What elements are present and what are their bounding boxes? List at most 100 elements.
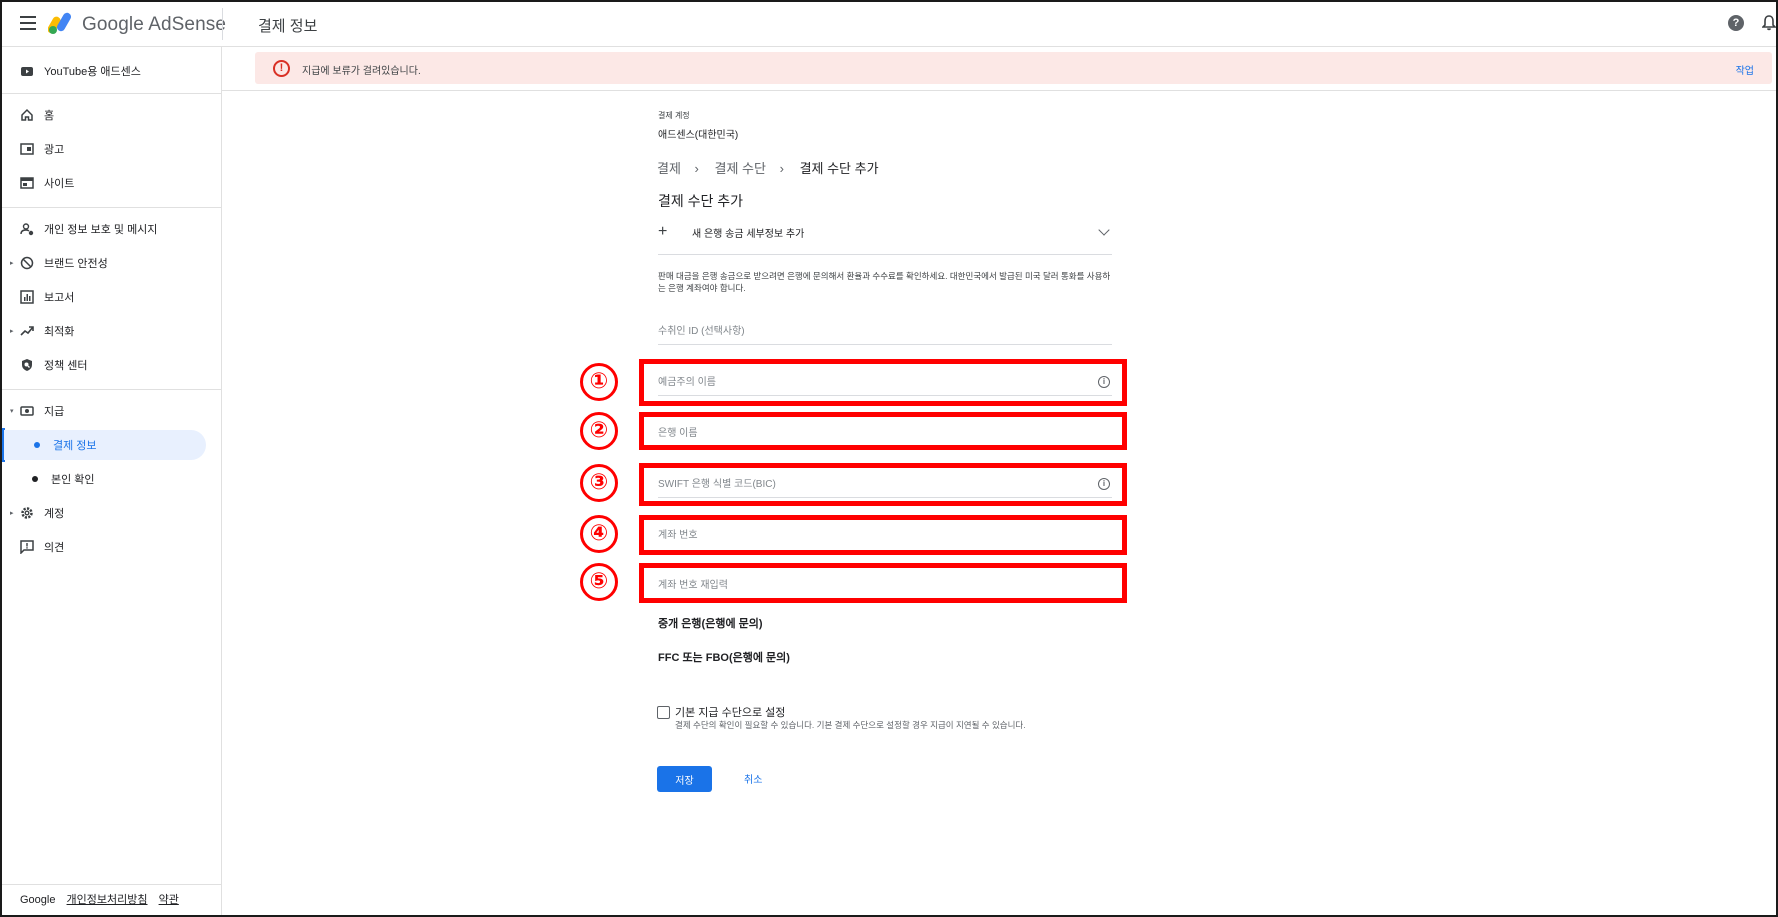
intermediary-bank-expander[interactable]: 중개 은행(은행에 문의) bbox=[658, 615, 763, 631]
block-icon bbox=[20, 256, 34, 270]
breadcrumb-payment-method[interactable]: 결제 수단 bbox=[715, 161, 766, 176]
terms-link[interactable]: 약관 bbox=[159, 894, 179, 906]
payment-account-label: 결제 계정 bbox=[658, 111, 690, 120]
plus-icon: + bbox=[658, 223, 668, 240]
sidebar-item-home[interactable]: 홈 bbox=[2, 100, 207, 130]
ads-icon bbox=[20, 143, 34, 155]
alert-banner: ! 지급에 보류가 걸려있습니다. 작업 bbox=[255, 52, 1772, 84]
save-button[interactable]: 저장 bbox=[657, 766, 712, 792]
topbar-divider bbox=[222, 8, 223, 40]
annotation-number-5: ⑤ bbox=[580, 563, 618, 601]
expand-caret-icon: ▸ bbox=[10, 328, 14, 335]
annotation-number-3: ③ bbox=[580, 464, 618, 502]
sidebar-item-label: 개인 정보 보호 및 메시지 bbox=[44, 224, 158, 236]
bell-icon[interactable] bbox=[1762, 15, 1776, 31]
collapse-caret-icon: ▾ bbox=[10, 408, 14, 415]
sidebar-item-ads[interactable]: 광고 bbox=[2, 134, 207, 164]
brand-product: AdSense bbox=[148, 14, 227, 35]
breadcrumb: 결제 › 결제 수단 › 결제 수단 추가 bbox=[657, 158, 889, 177]
expand-caret-icon: ▸ bbox=[10, 260, 14, 267]
sidebar-item-reports[interactable]: 보고서 bbox=[2, 282, 207, 312]
sidebar-item-label: 광고 bbox=[44, 144, 65, 156]
reports-icon bbox=[20, 290, 34, 304]
privacy-policy-link[interactable]: 개인정보처리방침 bbox=[67, 894, 148, 906]
expand-caret-icon: ▸ bbox=[10, 510, 14, 517]
sidebar-item-label: 브랜드 안전성 bbox=[44, 258, 108, 270]
sidebar-item-payment-info[interactable]: 결제 정보 bbox=[4, 430, 206, 460]
help-icon[interactable]: ? bbox=[1728, 15, 1744, 31]
account-holder-input[interactable] bbox=[658, 371, 1078, 393]
privacy-icon bbox=[20, 223, 34, 236]
sidebar-item-label: 지급 bbox=[44, 406, 65, 418]
bank-transfer-description: 판매 대금을 은행 송금으로 받으려면 은행에 문의해서 환율과 수수료를 확인… bbox=[658, 271, 1111, 293]
breadcrumb-separator-icon: › bbox=[779, 161, 784, 176]
default-payment-note: 결제 수단의 확인이 필요할 수 있습니다. 기본 결제 수단으로 설정할 경우… bbox=[675, 720, 1026, 730]
sidebar-item-policy-center[interactable]: 정책 센터 bbox=[2, 350, 207, 380]
sidebar-item-label: YouTube용 애드센스 bbox=[44, 66, 141, 78]
sidebar-item-label: 의견 bbox=[44, 542, 65, 554]
home-icon bbox=[21, 108, 33, 121]
sidebar-item-label: 결제 정보 bbox=[53, 440, 97, 452]
feedback-icon bbox=[20, 540, 34, 554]
breadcrumb-payment[interactable]: 결제 bbox=[657, 161, 681, 176]
payment-account-value: 애드센스(대한민국) bbox=[658, 130, 739, 141]
menu-icon[interactable] bbox=[20, 16, 36, 30]
breadcrumb-separator-icon: › bbox=[694, 161, 699, 176]
sidebar-item-privacy[interactable]: 개인 정보 보호 및 메시지 bbox=[2, 214, 207, 244]
account-number-field bbox=[658, 524, 1112, 548]
sidebar-item-feedback[interactable]: 의견 bbox=[2, 532, 207, 562]
page-title: 결제 정보 bbox=[258, 18, 318, 35]
annotation-number-1: ① bbox=[580, 363, 618, 401]
sidebar-divider bbox=[2, 884, 221, 885]
bullet-icon bbox=[32, 476, 38, 482]
brand-name[interactable]: Google AdSense bbox=[82, 14, 226, 36]
sidebar-item-sites[interactable]: 사이트 bbox=[2, 168, 207, 198]
account-holder-field: i bbox=[658, 371, 1112, 396]
app-window: Google AdSense 결제 정보 ? YouTube용 애드센스 홈 광… bbox=[0, 0, 1778, 917]
sidebar-item-identity-verification[interactable]: 본인 확인 bbox=[2, 464, 207, 494]
sidebar-item-account[interactable]: ▸ 계정 bbox=[2, 498, 207, 528]
sidebar-item-label: 정책 센터 bbox=[44, 360, 88, 372]
new-bank-transfer-expander[interactable]: + 새 은행 송금 세부정보 추가 bbox=[658, 220, 1112, 255]
sidebar-item-youtube[interactable]: YouTube용 애드센스 bbox=[2, 56, 207, 86]
brand-google: Google bbox=[82, 14, 144, 35]
default-payment-label: 기본 지급 수단으로 설정 bbox=[675, 707, 786, 719]
sidebar-item-payments[interactable]: ▾ 지급 bbox=[2, 396, 207, 426]
sidebar-divider bbox=[2, 93, 221, 94]
bank-name-input[interactable] bbox=[658, 422, 1078, 444]
default-payment-checkbox[interactable] bbox=[657, 706, 670, 719]
sidebar-item-brand-safety[interactable]: ▸ 브랜드 안전성 bbox=[2, 248, 207, 278]
payee-id-field bbox=[658, 320, 1112, 345]
sidebar-item-label: 본인 확인 bbox=[51, 474, 95, 486]
info-icon[interactable]: i bbox=[1098, 478, 1110, 490]
sidebar-divider bbox=[2, 207, 221, 208]
info-icon[interactable]: i bbox=[1098, 376, 1110, 388]
sidebar: YouTube용 애드센스 홈 광고 사이트 개인 정보 보호 및 메시지 ▸ … bbox=[2, 47, 222, 915]
payee-id-input[interactable] bbox=[658, 320, 1078, 342]
banner-message: 지급에 보류가 걸려있습니다. bbox=[302, 66, 421, 77]
sidebar-item-label: 홈 bbox=[44, 110, 55, 122]
breadcrumb-current: 결제 수단 추가 bbox=[799, 161, 879, 176]
sidebar-footer: Google 개인정보처리방침 약관 bbox=[20, 891, 179, 907]
cancel-button[interactable]: 취소 bbox=[744, 771, 762, 786]
account-number-confirm-input[interactable] bbox=[658, 574, 1078, 596]
footer-google: Google bbox=[20, 894, 56, 906]
top-bar: Google AdSense 결제 정보 ? bbox=[2, 2, 1776, 47]
sidebar-item-optimization[interactable]: ▸ 최적화 bbox=[2, 316, 207, 346]
swift-code-field: i bbox=[658, 473, 1112, 498]
sites-icon bbox=[20, 177, 34, 189]
error-icon: ! bbox=[273, 60, 290, 77]
account-number-input[interactable] bbox=[658, 524, 1078, 546]
sidebar-item-label: 계정 bbox=[44, 508, 65, 520]
youtube-icon bbox=[21, 67, 33, 76]
account-number-confirm-field bbox=[658, 574, 1112, 598]
bank-name-field bbox=[658, 422, 1112, 446]
swift-code-input[interactable] bbox=[658, 473, 1078, 495]
banner-action-link[interactable]: 작업 bbox=[1736, 62, 1754, 77]
policy-icon bbox=[22, 359, 32, 371]
adsense-logo-icon bbox=[48, 12, 71, 34]
ffc-fbo-expander[interactable]: FFC 또는 FBO(은행에 문의) bbox=[658, 649, 790, 665]
annotation-number-2: ② bbox=[580, 412, 618, 450]
banner-divider bbox=[222, 90, 1776, 91]
section-title: 결제 수단 추가 bbox=[658, 193, 744, 209]
